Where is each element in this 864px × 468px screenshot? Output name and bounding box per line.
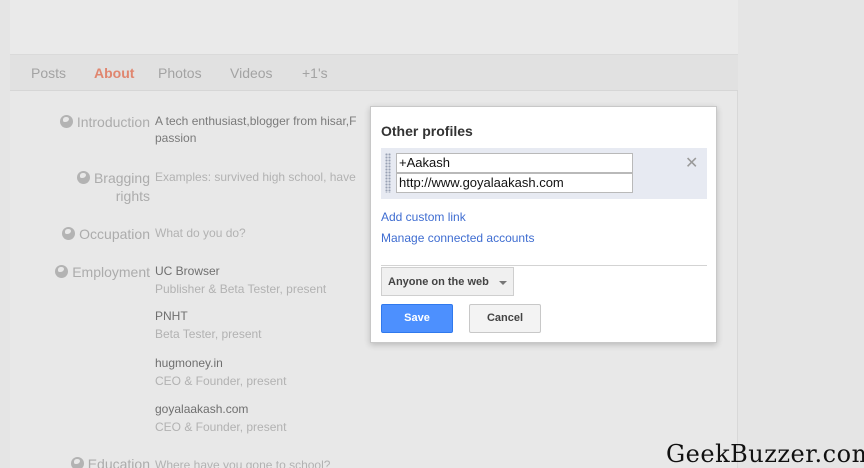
introduction-label: Introduction — [20, 113, 150, 133]
tab-plus-ones[interactable]: +1's — [302, 65, 328, 81]
employment-role: CEO & Founder, present — [155, 374, 287, 388]
tab-posts[interactable]: Posts — [31, 65, 66, 81]
bragging-label-line2: rights — [115, 188, 150, 204]
globe-icon — [76, 171, 90, 184]
bragging-rights-placeholder[interactable]: Examples: survived high school, have — [155, 169, 356, 186]
globe-icon — [62, 227, 76, 240]
occupation-placeholder[interactable]: What do you do? — [155, 225, 246, 242]
visibility-dropdown-label: Anyone on the web — [388, 276, 489, 288]
globe-icon — [55, 265, 69, 278]
introduction-text-line1[interactable]: A tech enthusiast,blogger from hisar,F — [155, 113, 356, 130]
education-placeholder[interactable]: Where have you gone to school? — [155, 457, 330, 468]
dialog-title: Other profiles — [381, 123, 473, 139]
introduction-label-text: Introduction — [76, 114, 150, 130]
employment-label-text: Employment — [72, 264, 150, 280]
visibility-dropdown[interactable]: Anyone on the web — [381, 267, 514, 296]
employment-employer[interactable]: UC Browser — [155, 263, 220, 280]
globe-icon — [70, 457, 84, 468]
employment-label: Employment — [20, 263, 150, 283]
tab-photos[interactable]: Photos — [158, 65, 202, 81]
employment-role: CEO & Founder, present — [155, 420, 287, 434]
divider — [381, 265, 707, 266]
profile-tab-bar: Posts About Photos Videos +1's — [10, 55, 738, 91]
other-profiles-dialog: Other profiles +Aakash http://www.goyala… — [370, 106, 717, 343]
profile-header-band — [10, 0, 738, 55]
tab-about[interactable]: About — [94, 65, 134, 81]
manage-connected-accounts-link[interactable]: Manage connected accounts — [381, 231, 534, 245]
employment-employer[interactable]: hugmoney.in — [155, 355, 223, 372]
bragging-rights-label: Bragging rights — [20, 169, 150, 209]
occupation-label: Occupation — [20, 225, 150, 245]
employment-role: Publisher & Beta Tester, present — [155, 282, 327, 296]
tab-videos[interactable]: Videos — [230, 65, 273, 81]
save-button[interactable]: Save — [381, 304, 453, 333]
employment-role: Beta Tester, present — [155, 327, 262, 341]
globe-icon — [59, 115, 73, 128]
employment-employer[interactable]: goyalaakash.com — [155, 401, 248, 418]
cancel-button[interactable]: Cancel — [469, 304, 541, 333]
add-custom-link[interactable]: Add custom link — [381, 210, 466, 224]
occupation-label-text: Occupation — [79, 226, 150, 242]
bragging-label-line1: Bragging — [93, 170, 150, 186]
drag-handle-icon[interactable] — [385, 153, 391, 193]
education-label-text: Education — [87, 456, 150, 468]
employment-employer[interactable]: PNHT — [155, 308, 188, 325]
chevron-down-icon — [499, 281, 507, 285]
link-label-field[interactable]: +Aakash — [396, 153, 633, 173]
introduction-text-line2[interactable]: passion — [155, 130, 196, 147]
education-label: Education — [20, 455, 150, 468]
link-url-field[interactable]: http://www.goyalaakash.com — [396, 173, 633, 193]
close-icon[interactable]: ✕ — [685, 156, 698, 172]
watermark: GeekBuzzer.com — [666, 440, 864, 468]
profile-link-entry: +Aakash http://www.goyalaakash.com ✕ — [381, 148, 707, 199]
